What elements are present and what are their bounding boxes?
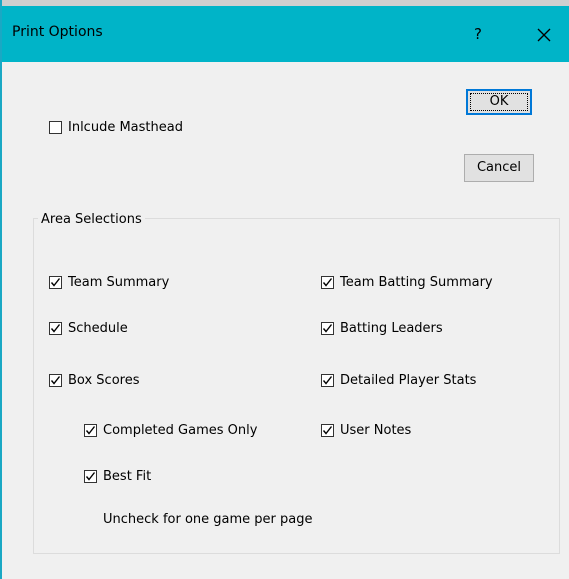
masthead-checkbox[interactable] [49,121,62,134]
checkmark-icon [50,376,61,385]
box-scores-checkbox[interactable] [49,374,62,387]
option-batting-leaders[interactable]: Batting Leaders [321,321,443,336]
checkmark-icon [85,472,96,481]
option-detailed-player-stats[interactable]: Detailed Player Stats [321,373,476,388]
checkmark-icon [322,426,333,435]
close-button[interactable] [522,20,566,48]
checkmark-icon [322,324,333,333]
completed-games-only-checkbox[interactable] [84,424,97,437]
help-button[interactable]: ? [458,20,498,48]
option-team-summary[interactable]: Team Summary [49,275,169,290]
print-options-dialog: Print Options ? Inlcude Masthead OK Canc… [0,0,569,579]
masthead-option[interactable]: Inlcude Masthead [49,120,183,135]
best-fit-checkbox[interactable] [84,470,97,483]
dialog-content: Inlcude Masthead OK Cancel Area Selectio… [2,62,569,579]
user-notes-checkbox[interactable] [321,424,334,437]
detailed-player-stats-checkbox[interactable] [321,374,334,387]
detailed-player-stats-label: Detailed Player Stats [340,373,477,388]
checkmark-icon [50,278,61,287]
cancel-button[interactable]: Cancel [464,154,534,182]
cancel-label: Cancel [476,160,522,175]
best-fit-hint: Uncheck for one game per page [103,512,313,527]
area-selections-title: Area Selections [38,212,145,227]
team-summary-label: Team Summary [68,275,170,290]
user-notes-label: User Notes [340,423,412,438]
completed-games-only-label: Completed Games Only [103,423,258,438]
option-best-fit[interactable]: Best Fit [84,469,151,484]
focus-rectangle [470,93,528,111]
box-scores-label: Box Scores [68,373,140,388]
team-summary-checkbox[interactable] [49,276,62,289]
checkmark-icon [322,278,333,287]
checkmark-icon [50,324,61,333]
team-batting-summary-checkbox[interactable] [321,276,334,289]
title-bar[interactable]: Print Options ? [2,0,569,62]
masthead-label: Inlcude Masthead [68,120,183,135]
option-user-notes[interactable]: User Notes [321,423,411,438]
option-completed-games-only[interactable]: Completed Games Only [84,423,257,438]
window-title: Print Options [12,24,103,40]
checkmark-icon [85,426,96,435]
schedule-checkbox[interactable] [49,322,62,335]
ok-button[interactable]: OK [466,89,532,115]
checkmark-icon [322,376,333,385]
close-icon [537,28,551,41]
schedule-label: Schedule [68,321,128,336]
option-schedule[interactable]: Schedule [49,321,128,336]
option-team-batting-summary[interactable]: Team Batting Summary [321,275,493,290]
team-batting-summary-label: Team Batting Summary [340,275,493,290]
option-box-scores[interactable]: Box Scores [49,373,139,388]
best-fit-label: Best Fit [103,469,152,484]
batting-leaders-checkbox[interactable] [321,322,334,335]
batting-leaders-label: Batting Leaders [340,321,443,336]
